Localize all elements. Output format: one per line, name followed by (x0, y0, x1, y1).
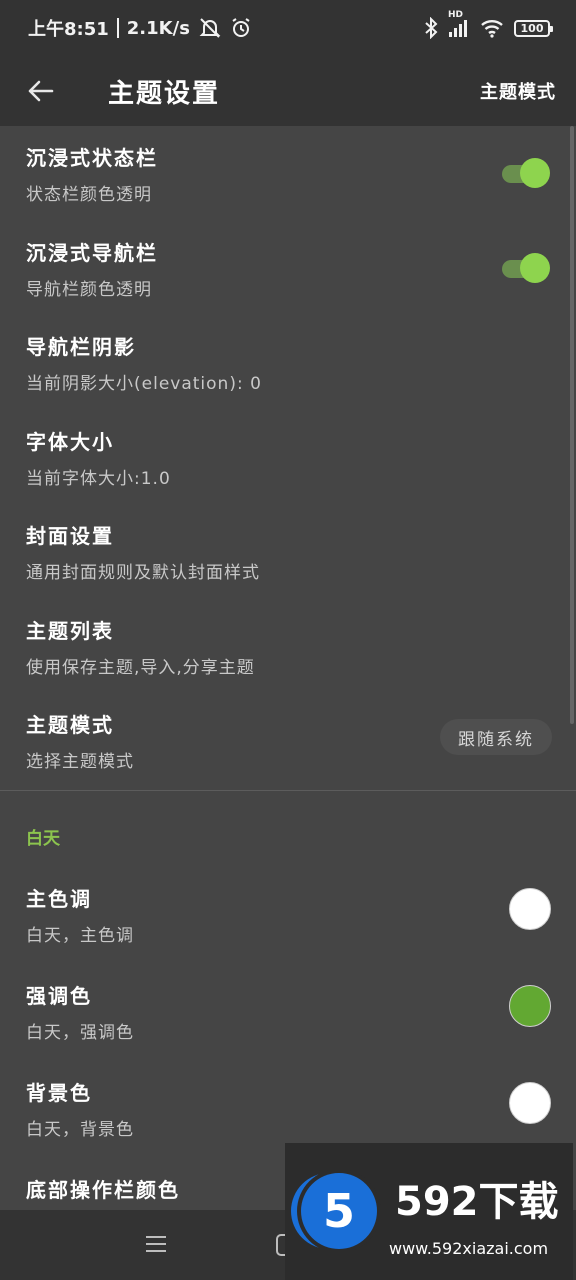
immersive-nav-bar-switch[interactable] (502, 252, 550, 283)
status-left: 上午8:51 2.1K/s (28, 15, 252, 41)
setting-theme-list[interactable]: 主题列表 使用保存主题,导入,分享主题 (0, 599, 576, 694)
setting-title: 背景色 (26, 1080, 92, 1105)
setting-nav-bar-shadow[interactable]: 导航栏阴影 当前阴影大小(elevation): 0 (0, 315, 576, 410)
setting-subtitle: 当前阴影大小(elevation): 0 (26, 374, 262, 394)
setting-title: 封面设置 (26, 524, 114, 548)
setting-subtitle: 白天，主色调 (26, 925, 134, 946)
setting-title: 强调色 (26, 983, 92, 1008)
status-time: 上午8:51 (28, 19, 109, 40)
setting-font-size[interactable]: 字体大小 当前字体大小:1.0 (0, 410, 576, 505)
status-right: HD 100 (424, 10, 553, 39)
setting-title: 主题列表 (26, 618, 114, 643)
color-setting-accent[interactable]: 强调色 白天，强调色 (0, 980, 576, 1077)
setting-subtitle: 使用保存主题,导入,分享主题 (26, 657, 255, 678)
setting-theme-mode[interactable]: 主题模式 选择主题模式 跟随系统 (0, 693, 576, 788)
color-swatch-background[interactable] (509, 1081, 551, 1124)
color-swatch-primary[interactable] (509, 887, 551, 930)
theme-mode-chip[interactable]: 跟随系统 (440, 719, 552, 755)
switch-thumb (520, 158, 550, 188)
setting-immersive-nav-bar[interactable]: 沉浸式导航栏 导航栏颜色透明 (0, 221, 576, 316)
theme-mode-action-button[interactable]: 主题模式 (480, 78, 556, 104)
setting-title: 导航栏阴影 (26, 335, 136, 359)
setting-title: 主题模式 (26, 713, 114, 737)
bluetooth-icon (425, 17, 438, 39)
watermark: 5 592下载 www.592xiazai.com (285, 1143, 573, 1280)
setting-subtitle: 选择主题模式 (26, 752, 134, 772)
hd-label: HD (448, 10, 464, 20)
setting-title: 底部操作栏颜色 (26, 1177, 180, 1202)
setting-subtitle: 通用封面规则及默认封面样式 (26, 563, 260, 583)
status-net-speed: 2.1K/s (126, 17, 190, 39)
app-bar: 主题设置 主题模式 (0, 56, 576, 126)
color-setting-primary[interactable]: 主色调 白天，主色调 (0, 883, 576, 980)
watermark-brand: 592下载 (395, 1179, 559, 1225)
setting-cover[interactable]: 封面设置 通用封面规则及默认封面样式 (0, 504, 576, 599)
watermark-logo-icon: 5 (301, 1173, 377, 1249)
alarm-icon (232, 18, 250, 37)
arrow-left-icon (28, 80, 54, 102)
settings-list: 沉浸式状态栏 状态栏颜色透明 沉浸式导航栏 导航栏颜色透明 导航栏阴影 当前阴影… (0, 126, 576, 1210)
setting-title: 主色调 (26, 886, 92, 911)
setting-subtitle: 白天，强调色 (26, 1022, 134, 1043)
setting-title: 沉浸式导航栏 (26, 240, 158, 265)
wifi-icon (481, 20, 503, 38)
immersive-status-bar-switch[interactable] (502, 158, 550, 188)
color-swatch-accent[interactable] (509, 984, 551, 1027)
setting-subtitle: 导航栏颜色透明 (26, 279, 152, 300)
setting-subtitle: 当前字体大小:1.0 (26, 468, 171, 489)
signal-icon (449, 20, 467, 37)
battery-indicator: 100 (514, 19, 553, 37)
page-title: 主题设置 (108, 78, 221, 109)
back-button[interactable] (4, 56, 76, 126)
setting-subtitle: 白天，背景色 (26, 1119, 134, 1140)
signal-group: HD (448, 10, 470, 38)
status-bar: 上午8:51 2.1K/s HD 100 (0, 0, 576, 56)
scrollbar[interactable] (570, 126, 574, 724)
setting-subtitle: 状态栏颜色透明 (26, 185, 152, 205)
setting-title: 沉浸式状态栏 (26, 146, 158, 170)
menu-icon[interactable] (145, 1234, 167, 1254)
section-header-daytime: 白天 (0, 791, 576, 883)
watermark-url: www.592xiazai.com (389, 1239, 549, 1258)
setting-title: 字体大小 (26, 429, 114, 454)
section-label: 白天 (26, 829, 60, 849)
setting-immersive-status-bar[interactable]: 沉浸式状态栏 状态栏颜色透明 (0, 126, 576, 221)
switch-thumb (520, 252, 550, 283)
status-separator (116, 18, 119, 38)
mute-icon (199, 18, 221, 38)
